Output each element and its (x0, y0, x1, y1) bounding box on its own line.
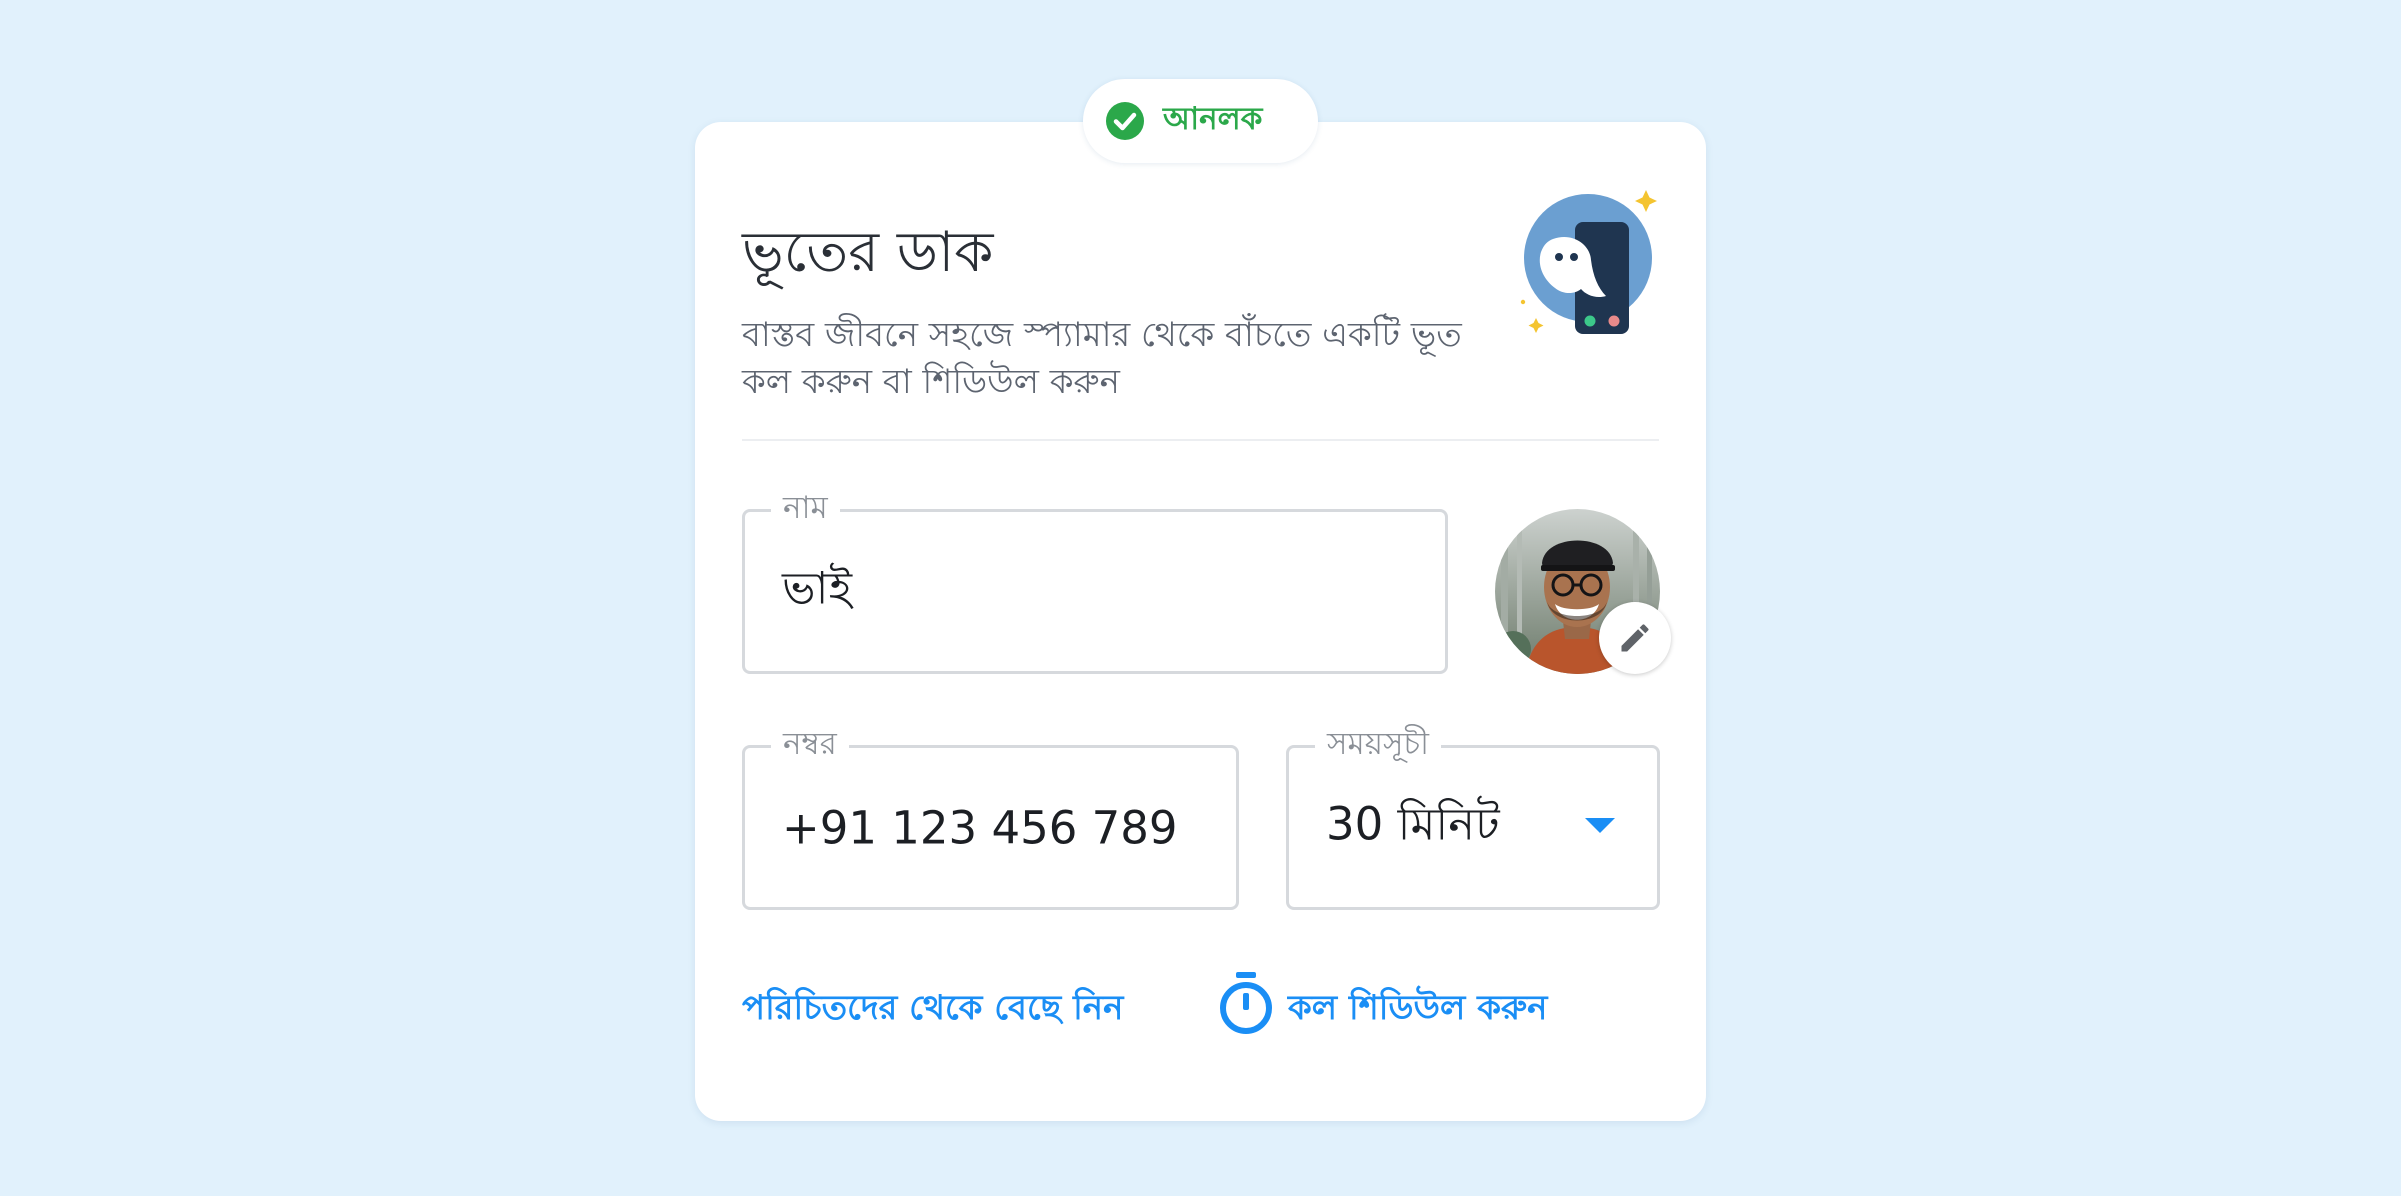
check-circle-icon (1106, 102, 1144, 140)
page-subtitle: বাস্তব জীবনে সহজে স্প্যামার থেকে বাঁচতে … (742, 315, 1462, 402)
schedule-call-link[interactable]: কল শিডিউল করুন (1288, 982, 1547, 1039)
number-field[interactable]: নম্বর +91 123 456 789 (742, 724, 1239, 910)
name-field[interactable]: নাম ভাই (742, 488, 1448, 674)
name-field-label: নাম (771, 488, 840, 528)
schedule-field-label: সময়সূচী (1315, 724, 1442, 764)
unlock-badge: আনলক (1083, 79, 1318, 163)
ghost-phone-icon (1520, 190, 1657, 334)
schedule-select[interactable]: সময়সূচী 30 মিনিট (1286, 724, 1660, 910)
schedule-select-value[interactable]: 30 মিনিট (1326, 790, 1500, 865)
edit-avatar-button[interactable] (1599, 602, 1671, 674)
pick-from-contacts-link[interactable]: পরিচিতদের থেকে বেছে নিন (742, 982, 1123, 1039)
stopwatch-icon[interactable] (1217, 971, 1275, 1035)
page-title: ভূতের ডাক (742, 220, 994, 285)
number-field-label: নম্বর (771, 724, 849, 764)
pencil-icon (1621, 624, 1649, 652)
header-divider (742, 439, 1659, 441)
dropdown-arrow-icon[interactable] (1585, 817, 1615, 833)
number-field-value[interactable]: +91 123 456 789 (782, 801, 1178, 854)
name-field-value[interactable]: ভাই (782, 554, 852, 629)
badge-label: আনলক (1163, 101, 1263, 137)
